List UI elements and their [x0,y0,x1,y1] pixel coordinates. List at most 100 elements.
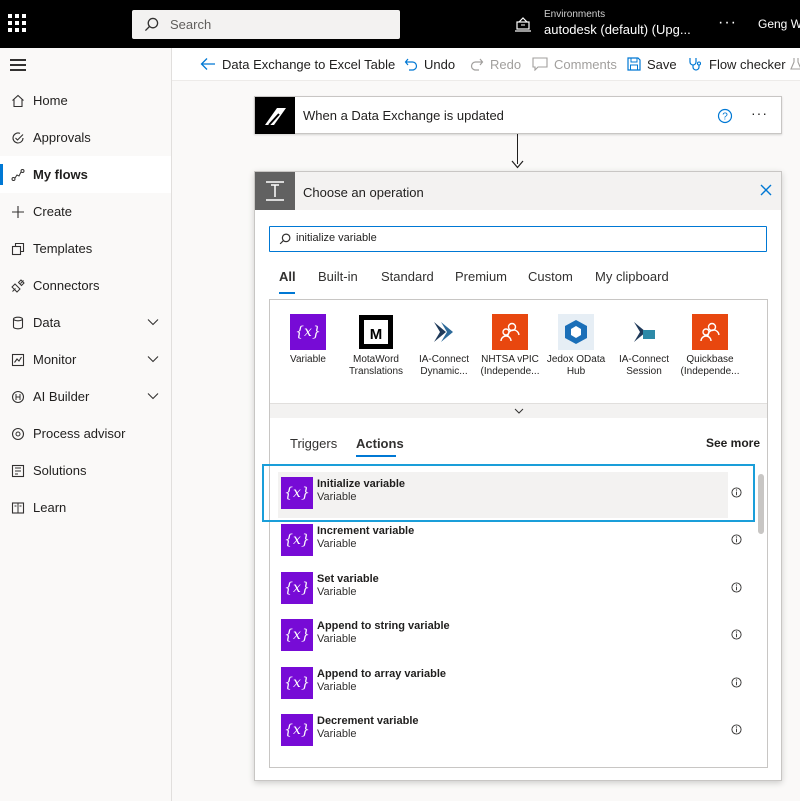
comments-button[interactable]: Comments [532,48,617,80]
connector-ia-connect-dynamics[interactable]: IA-Connect Dynamic... [412,314,476,378]
hamburger-menu-icon[interactable] [10,59,26,71]
connector-variable[interactable]: {x} Variable [276,314,340,366]
global-search-input[interactable]: Search [132,10,400,39]
connector-name: Jedox OData Hub [546,354,606,377]
tab-custom[interactable]: Custom [528,269,573,284]
trigger-title: When a Data Exchange is updated [303,108,504,123]
back-button[interactable]: Data Exchange to Excel Table [200,48,395,80]
back-arrow-icon [200,58,215,70]
sidebar-item-label: Data [33,315,61,330]
operation-search-input[interactable]: initialize variable [269,226,767,252]
action-append-to-string-variable[interactable]: {x} Append to string variable Variable [278,614,742,660]
help-icon[interactable]: ? [717,108,733,124]
save-label: Save [647,56,677,72]
info-icon[interactable] [731,582,742,593]
info-icon[interactable] [731,724,742,735]
connector-quickbase[interactable]: Quickbase (Independe... [678,314,742,378]
connector-nhtsa-vpic[interactable]: NHTSA vPIC (Independe... [478,314,542,378]
sidebar-item-process-advisor[interactable]: Process advisor [0,415,171,452]
environment-icon[interactable] [514,15,532,33]
expand-connectors-button[interactable] [270,403,767,418]
svg-text:M: M [370,326,383,343]
sidebar-item-approvals[interactable]: Approvals [0,119,171,156]
sidebar-item-ai-builder[interactable]: AI Builder [0,378,171,415]
tab-built-in[interactable]: Built-in [318,269,358,284]
info-icon[interactable] [731,534,742,545]
info-icon[interactable] [731,629,742,640]
action-set-variable[interactable]: {x} Set variable Variable [278,567,742,613]
arrow-down-icon [511,160,524,169]
left-navigation: Home Approvals My flows Create Templates… [0,48,172,801]
sidebar-item-my-flows[interactable]: My flows [0,156,171,193]
sidebar-item-monitor[interactable]: Monitor [0,341,171,378]
trigger-more-button[interactable]: ··· [751,105,768,121]
user-name[interactable]: Geng Wa [758,17,800,31]
sidebar-item-label: Connectors [33,278,100,293]
save-button[interactable]: Save [627,48,677,80]
tab-premium[interactable]: Premium [455,269,507,284]
connector-name: Quickbase (Independe... [680,354,740,377]
settings-more-button[interactable]: ··· [718,14,737,32]
tab-my-clipboard[interactable]: My clipboard [595,269,669,284]
connector-motaword[interactable]: M MotaWord Translations [344,314,408,378]
actions-scrollbar-thumb[interactable] [758,474,764,534]
action-connector: Variable [317,633,357,645]
sidebar-item-label: Solutions [33,463,87,478]
people-icon [492,314,528,350]
stethoscope-icon [689,57,702,71]
motaword-icon: M [358,314,394,350]
search-value: initialize variable [296,232,377,244]
flask-icon [790,58,800,70]
redo-button[interactable]: Redo [470,48,521,80]
tab-triggers[interactable]: Triggers [290,436,337,451]
connector-name: NHTSA vPIC (Independe... [480,354,540,377]
tab-all[interactable]: All [279,269,296,284]
app-launcher-icon[interactable] [8,14,26,32]
info-icon[interactable] [731,677,742,688]
connector-ia-connect-session[interactable]: IA-Connect Session [612,314,676,378]
action-append-to-array-variable[interactable]: {x} Append to array variable Variable [278,662,742,708]
templates-icon [10,241,26,257]
sidebar-item-solutions[interactable]: Solutions [0,452,171,489]
test-button[interactable] [790,48,800,80]
close-icon[interactable] [759,183,773,197]
action-decrement-variable[interactable]: {x} Decrement variable Variable [278,709,742,755]
sidebar-item-home[interactable]: Home [0,82,171,119]
trigger-card[interactable]: When a Data Exchange is updated ? ··· [254,96,782,134]
see-more-link[interactable]: See more [706,436,760,450]
redo-label: Redo [490,56,522,72]
sidebar-item-learn[interactable]: Learn [0,489,171,526]
connector-name: MotaWord Translations [348,354,404,377]
sidebar-item-label: Monitor [33,352,77,367]
sidebar-item-templates[interactable]: Templates [0,230,171,267]
sidebar-item-label: Create [33,204,73,219]
sidebar-item-create[interactable]: Create [0,193,171,230]
tab-standard[interactable]: Standard [381,269,434,284]
tab-actions[interactable]: Actions [356,436,404,451]
action-connector: Variable [317,728,357,740]
top-bar: Search Environments autodesk (default) (… [0,0,800,48]
flow-checker-button[interactable]: Flow checker [688,48,786,80]
active-subtab-indicator [356,455,396,457]
connector-jedox-odata-hub[interactable]: Jedox OData Hub [544,314,608,378]
sidebar-item-connectors[interactable]: Connectors [0,267,171,304]
comment-icon [532,57,548,71]
operation-icon [255,172,295,210]
connectors-icon [10,278,26,294]
action-increment-variable[interactable]: {x} Increment variable Variable [278,519,742,565]
chevron-down-icon[interactable] [147,316,159,328]
variable-icon: {x} [281,524,313,556]
action-name: Increment variable [317,525,415,537]
undo-button[interactable]: Undo [404,48,455,80]
connector-name: IA-Connect Session [618,354,670,377]
flow-name: Data Exchange to Excel Table [222,56,396,72]
solutions-icon [10,463,26,479]
chevron-down-icon[interactable] [147,390,159,402]
chevron-down-icon[interactable] [147,353,159,365]
action-connector: Variable [317,681,357,693]
sidebar-item-label: Learn [33,500,67,515]
environment-picker[interactable]: autodesk (default) (Upg... [544,22,691,37]
redo-icon [470,58,484,71]
sidebar-item-data[interactable]: Data [0,304,171,341]
environments-label: Environments [544,9,606,20]
